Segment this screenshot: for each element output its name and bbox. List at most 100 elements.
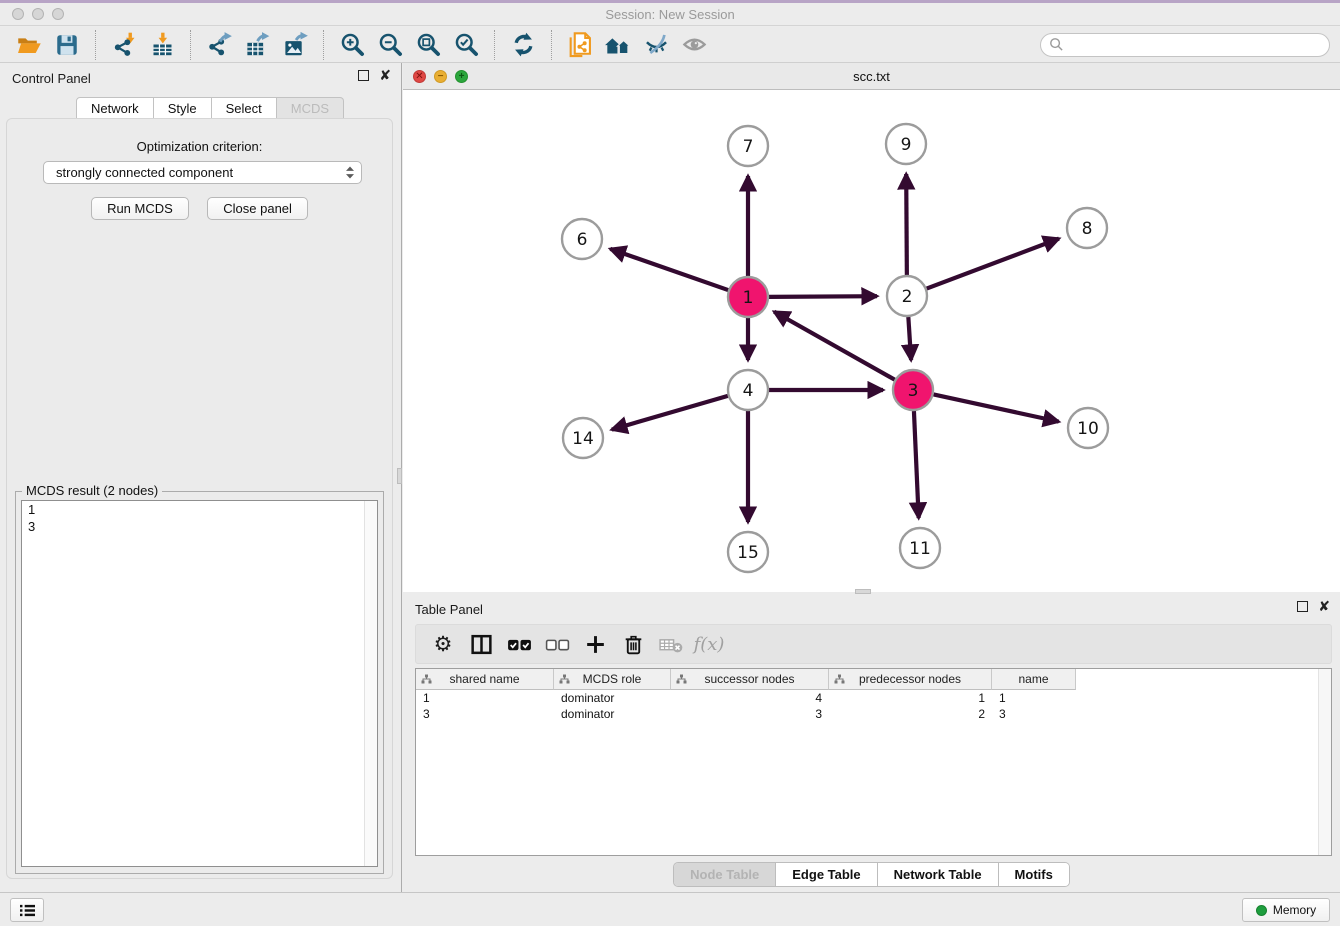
column-header-predecessor-nodes[interactable]: predecessor nodes [829, 669, 992, 690]
svg-text:8: 8 [1082, 219, 1093, 239]
memory-button[interactable]: Memory [1242, 898, 1330, 922]
graph-edge-3-11[interactable] [914, 411, 919, 518]
tab-style[interactable]: Style [154, 97, 212, 119]
graph-edge-3-10[interactable] [934, 394, 1059, 421]
new-network-from-selection-button[interactable] [565, 30, 595, 60]
table-panel-title: Table Panel [415, 602, 483, 617]
select-all-button[interactable] [502, 628, 536, 660]
close-panel-button[interactable]: Close panel [207, 197, 308, 220]
table-cell[interactable]: dominator [554, 690, 671, 706]
tab-network[interactable]: Network [76, 97, 154, 119]
table-row[interactable]: 3dominator323 [416, 706, 1331, 722]
column-header-shared-name[interactable]: shared name [416, 669, 554, 690]
toggle-panes-button[interactable] [464, 628, 498, 660]
table-row[interactable]: 1dominator411 [416, 690, 1331, 706]
zoom-fit-button[interactable] [413, 30, 443, 60]
tab-network-table[interactable]: Network Table [877, 863, 998, 886]
delete-column-button[interactable] [616, 628, 650, 660]
tab-node-table[interactable]: Node Table [674, 863, 775, 886]
search-field[interactable] [1040, 33, 1330, 57]
graph-node-3[interactable]: 3 [893, 370, 933, 410]
toolbar-separator [551, 30, 552, 60]
column-header-MCDS-role[interactable]: MCDS role [554, 669, 671, 690]
table-cell[interactable]: 1 [416, 690, 554, 706]
table-cell[interactable]: 3 [671, 706, 829, 722]
panel-menu-button[interactable] [10, 898, 44, 922]
first-neighbors-button[interactable] [603, 30, 633, 60]
result-scrollbar[interactable] [364, 501, 377, 866]
export-network-button[interactable] [204, 30, 234, 60]
save-session-button[interactable] [52, 30, 82, 60]
columns-icon [469, 632, 494, 657]
optimization-criterion-select[interactable]: strongly connected component [43, 161, 362, 184]
graph-node-2[interactable]: 2 [887, 276, 927, 316]
vertical-splitter-handle[interactable] [397, 468, 402, 484]
table-cell[interactable]: 3 [416, 706, 554, 722]
column-tree-icon [676, 674, 687, 688]
control-panel: Control Panel ✘ Network Style Select MCD… [0, 63, 402, 892]
column-header-name[interactable]: name [992, 669, 1076, 690]
mcds-result-list[interactable]: 13 [21, 500, 378, 867]
float-panel-icon[interactable] [358, 70, 369, 81]
tab-edge-table[interactable]: Edge Table [775, 863, 876, 886]
network-canvas[interactable]: 7 9 6 8 1 2 4 3 14 10 15 11 [403, 90, 1340, 592]
node-table[interactable]: shared name MCDS role successor nodesprede… [415, 668, 1332, 856]
network-graph[interactable]: 7 9 6 8 1 2 4 3 14 10 15 11 [403, 90, 1340, 592]
create-column-button[interactable] [578, 628, 612, 660]
tab-mcds[interactable]: MCDS [277, 97, 344, 119]
graph-edge-2-9[interactable] [906, 174, 907, 275]
table-cell[interactable]: 2 [829, 706, 992, 722]
apply-layout-button[interactable] [508, 30, 538, 60]
graph-node-6[interactable]: 6 [562, 219, 602, 259]
column-header-successor-nodes[interactable]: successor nodes [671, 669, 829, 690]
graph-node-1[interactable]: 1 [728, 277, 768, 317]
export-image-button[interactable] [280, 30, 310, 60]
table-scrollbar[interactable] [1318, 669, 1331, 855]
export-table-button[interactable] [242, 30, 272, 60]
graph-edge-3-1[interactable] [774, 312, 895, 380]
function-builder-button[interactable]: f(x) [692, 628, 726, 660]
zoom-selected-button[interactable] [451, 30, 481, 60]
delete-table-button[interactable] [654, 628, 688, 660]
float-panel-icon[interactable] [1297, 601, 1308, 612]
close-panel-icon[interactable]: ✘ [1318, 601, 1330, 612]
close-panel-icon[interactable]: ✘ [379, 70, 391, 81]
run-mcds-button[interactable]: Run MCDS [91, 197, 189, 220]
table-cell[interactable]: 1 [992, 690, 1076, 706]
tab-motifs[interactable]: Motifs [998, 863, 1069, 886]
refresh-icon [510, 31, 537, 58]
table-cell[interactable]: 3 [992, 706, 1076, 722]
table-cell[interactable]: 1 [829, 690, 992, 706]
open-session-button[interactable] [14, 30, 44, 60]
graph-node-14[interactable]: 14 [563, 418, 603, 458]
deselect-all-button[interactable] [540, 628, 574, 660]
toolbar-separator [323, 30, 324, 60]
graph-node-9[interactable]: 9 [886, 124, 926, 164]
zoom-in-button[interactable] [337, 30, 367, 60]
graph-node-15[interactable]: 15 [728, 532, 768, 572]
graph-edge-1-2[interactable] [769, 296, 877, 297]
table-cell[interactable]: 4 [671, 690, 829, 706]
graph-node-8[interactable]: 8 [1067, 208, 1107, 248]
graph-node-10[interactable]: 10 [1068, 408, 1108, 448]
import-table-button[interactable] [147, 30, 177, 60]
graph-edge-1-6[interactable] [610, 249, 728, 290]
hide-selected-button[interactable] [641, 30, 671, 60]
tab-select[interactable]: Select [212, 97, 277, 119]
import-network-button[interactable] [109, 30, 139, 60]
column-label: MCDS role [583, 672, 642, 686]
graph-node-11[interactable]: 11 [900, 528, 940, 568]
toolbar-separator [190, 30, 191, 60]
graph-edge-2-3[interactable] [908, 317, 911, 360]
search-input[interactable] [1069, 37, 1321, 52]
window-titlebar: Session: New Session [0, 0, 1340, 26]
chevron-updown-icon [345, 165, 355, 180]
graph-node-7[interactable]: 7 [728, 126, 768, 166]
graph-edge-4-14[interactable] [612, 396, 728, 430]
table-cell[interactable]: dominator [554, 706, 671, 722]
table-settings-button[interactable]: ⚙ [426, 628, 460, 660]
show-all-button[interactable] [679, 30, 709, 60]
graph-edge-2-8[interactable] [927, 239, 1059, 289]
graph-node-4[interactable]: 4 [728, 370, 768, 410]
zoom-out-button[interactable] [375, 30, 405, 60]
